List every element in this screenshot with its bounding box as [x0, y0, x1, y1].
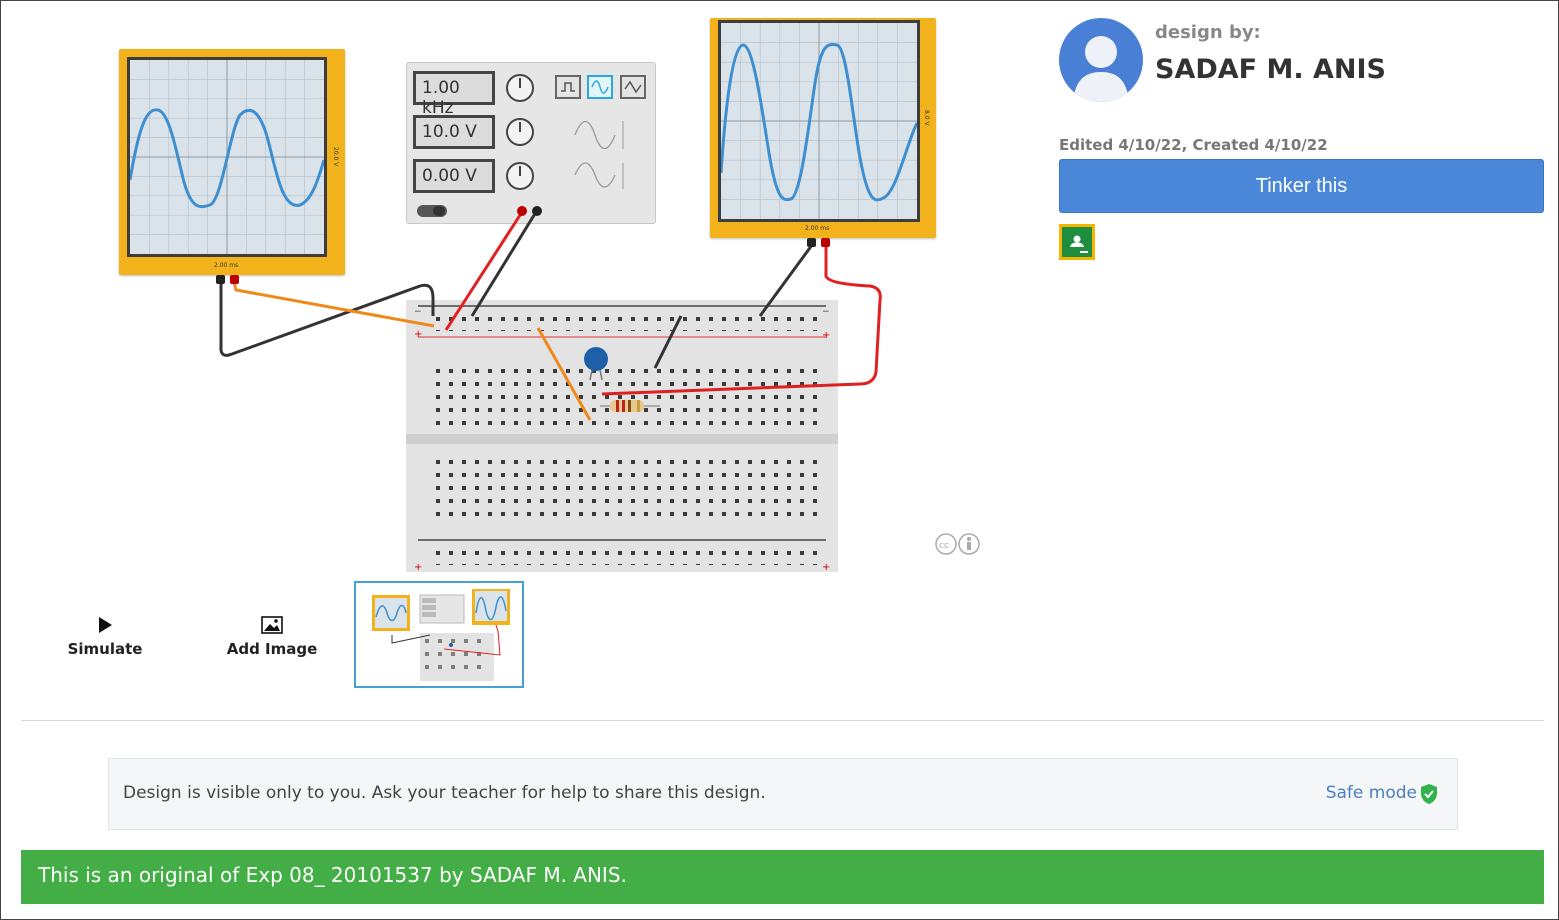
author-name[interactable]: SADAF M. ANIS [1155, 54, 1386, 85]
google-classroom-icon [1062, 227, 1092, 257]
user-avatar-icon[interactable] [1059, 18, 1143, 102]
cc-by-icon: cc [935, 533, 980, 555]
safe-mode-link[interactable]: Safe mode [1326, 783, 1417, 803]
design-thumbnail-image [372, 589, 510, 681]
play-icon [99, 617, 112, 633]
design-thumbnail[interactable] [354, 581, 524, 688]
edit-dates: Edited 4/10/22, Created 4/10/22 [1059, 136, 1328, 154]
visibility-notice-text: Design is visible only to you. Ask your … [123, 783, 766, 803]
simulate-button[interactable]: Simulate [64, 616, 146, 658]
add-image-button[interactable]: Add Image [222, 616, 322, 658]
visibility-notice: Design is visible only to you. Ask your … [108, 758, 1458, 830]
simulate-label: Simulate [67, 640, 143, 658]
shield-check-icon [1421, 784, 1437, 804]
section-divider [21, 720, 1544, 721]
tinker-this-button[interactable]: Tinker this [1059, 159, 1544, 213]
design-by-label: design by: [1155, 22, 1261, 43]
original-banner: This is an original of Exp 08_ 20101537 … [21, 850, 1544, 904]
image-icon [261, 616, 283, 634]
original-banner-text: This is an original of Exp 08_ 20101537 … [38, 863, 627, 887]
google-classroom-button[interactable] [1059, 224, 1095, 260]
ceramic-capacitor [584, 347, 608, 371]
svg-text:cc: cc [939, 541, 949, 551]
circuit-wires [216, 206, 882, 421]
add-image-label: Add Image [226, 640, 318, 658]
